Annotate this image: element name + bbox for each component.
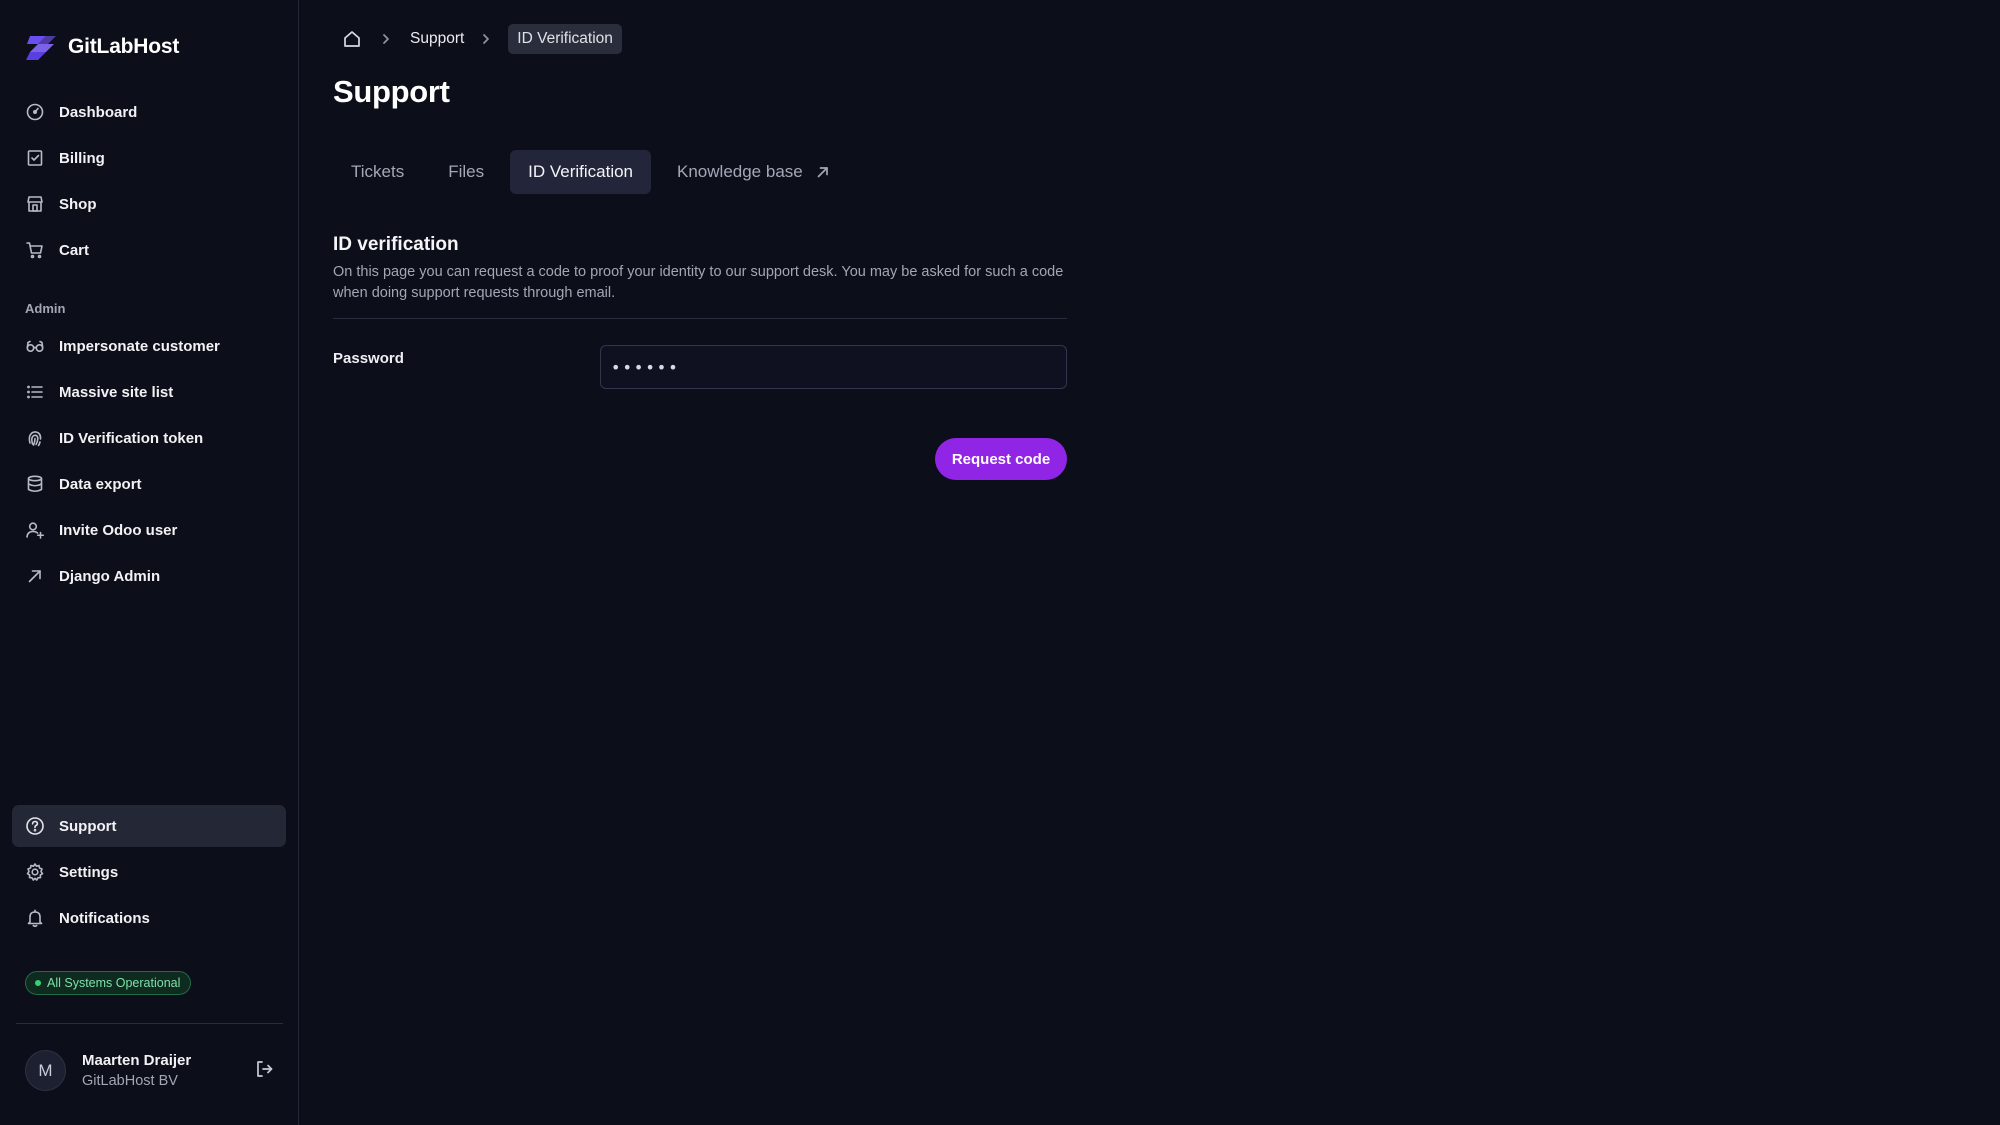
glasses-icon bbox=[25, 336, 45, 356]
sidebar: GitLabHost Dashboard Billing Shop Cart A… bbox=[0, 0, 299, 1125]
dashboard-gauge-icon bbox=[25, 102, 45, 122]
app-name: GitLabHost bbox=[68, 35, 180, 58]
logout-icon bbox=[257, 1061, 273, 1077]
bell-icon bbox=[25, 908, 45, 928]
tab-tickets[interactable]: Tickets bbox=[333, 150, 422, 194]
sidebar-item-label: Billing bbox=[59, 149, 105, 167]
app-logo[interactable]: GitLabHost bbox=[24, 32, 179, 62]
breadcrumb-support[interactable]: Support bbox=[410, 30, 464, 48]
chevron-right-icon bbox=[380, 33, 396, 45]
list-icon bbox=[25, 382, 45, 402]
status-badge[interactable]: All Systems Operational bbox=[25, 971, 192, 995]
sidebar-item-label: Dashboard bbox=[59, 103, 138, 121]
user-plus-icon bbox=[25, 520, 45, 540]
sidebar-item-label: Notifications bbox=[59, 909, 150, 927]
cart-icon bbox=[25, 240, 45, 260]
tab-label: Tickets bbox=[351, 162, 405, 181]
breadcrumb-home[interactable] bbox=[340, 27, 364, 51]
external-link-icon bbox=[817, 167, 828, 178]
gear-icon bbox=[25, 862, 45, 882]
tab-files[interactable]: Files bbox=[430, 150, 502, 194]
sidebar-item-notifications[interactable]: Notifications bbox=[12, 897, 286, 939]
avatar[interactable]: M bbox=[25, 1050, 66, 1091]
gitlabhost-logo-icon bbox=[26, 36, 56, 60]
tab-knowledge-base[interactable]: Knowledge base bbox=[659, 150, 849, 194]
sidebar-item-label: Support bbox=[59, 817, 117, 835]
tab-label: Files bbox=[448, 162, 485, 181]
sidebar-divider bbox=[16, 1023, 283, 1024]
user-org: GitLabHost BV bbox=[82, 1073, 178, 1089]
billing-receipt-icon bbox=[25, 148, 45, 168]
section-description: On this page you can request a code to p… bbox=[333, 264, 1064, 301]
tab-label: Knowledge base bbox=[677, 162, 803, 181]
tab-label: ID Verification bbox=[528, 162, 634, 181]
sidebar-item-label: Invite Odoo user bbox=[59, 521, 178, 539]
fingerprint-icon bbox=[25, 428, 45, 448]
admin-section-label: Admin bbox=[25, 301, 66, 316]
user-name: Maarten Draijer bbox=[82, 1052, 192, 1069]
question-circle-icon bbox=[25, 816, 45, 836]
sidebar-item-label: Data export bbox=[59, 475, 142, 493]
sidebar-item-label: Django Admin bbox=[59, 567, 161, 585]
sidebar-item-settings[interactable]: Settings bbox=[12, 851, 286, 893]
section-divider bbox=[333, 318, 1067, 319]
sidebar-item-support[interactable]: Support bbox=[12, 805, 286, 847]
status-label: All Systems Operational bbox=[47, 976, 181, 990]
sidebar-item-id-verification-token[interactable]: ID Verification token bbox=[12, 417, 286, 459]
sidebar-item-data-export[interactable]: Data export bbox=[12, 463, 286, 505]
status-dot-icon bbox=[35, 980, 41, 986]
sidebar-item-dashboard[interactable]: Dashboard bbox=[12, 91, 286, 133]
sidebar-item-label: Impersonate customer bbox=[59, 337, 220, 355]
sidebar-item-invite-odoo-user[interactable]: Invite Odoo user bbox=[12, 509, 286, 551]
password-input[interactable] bbox=[600, 345, 1067, 389]
breadcrumb-current: ID Verification bbox=[508, 24, 622, 54]
breadcrumb: Support ID Verification bbox=[340, 24, 622, 54]
user-profile: M Maarten Draijer GitLabHost BV bbox=[25, 1050, 191, 1091]
sidebar-item-cart[interactable]: Cart bbox=[12, 229, 286, 271]
sidebar-item-label: Settings bbox=[59, 863, 119, 881]
home-icon bbox=[344, 31, 360, 47]
sidebar-item-label: Shop bbox=[59, 195, 97, 213]
database-icon bbox=[25, 474, 45, 494]
sidebar-item-label: ID Verification token bbox=[59, 429, 204, 447]
sidebar-item-billing[interactable]: Billing bbox=[12, 137, 286, 179]
chevron-right-icon bbox=[480, 33, 496, 45]
sidebar-item-label: Cart bbox=[59, 241, 90, 259]
password-label: Password bbox=[333, 350, 404, 367]
arrow-up-right-icon bbox=[25, 566, 45, 586]
request-code-button[interactable]: Request code bbox=[935, 438, 1067, 480]
shop-storefront-icon bbox=[25, 194, 45, 214]
logout-button[interactable] bbox=[252, 1057, 276, 1081]
tab-id-verification[interactable]: ID Verification bbox=[510, 150, 652, 194]
page-title: Support bbox=[333, 74, 450, 109]
sidebar-item-django-admin[interactable]: Django Admin bbox=[12, 555, 286, 597]
tab-bar: Tickets Files ID Verification Knowledge … bbox=[333, 150, 857, 194]
sidebar-item-massive-site-list[interactable]: Massive site list bbox=[12, 371, 286, 413]
sidebar-item-impersonate-customer[interactable]: Impersonate customer bbox=[12, 325, 286, 367]
avatar-initial: M bbox=[38, 1060, 53, 1080]
sidebar-item-shop[interactable]: Shop bbox=[12, 183, 286, 225]
section-title: ID verification bbox=[333, 234, 459, 255]
sidebar-item-label: Massive site list bbox=[59, 383, 174, 401]
